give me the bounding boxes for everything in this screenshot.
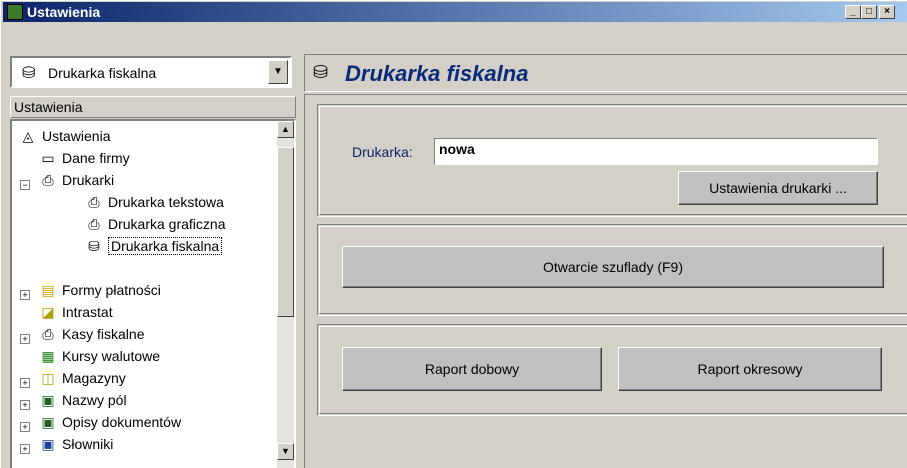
tree-item-drukarka-fiskalna[interactable]: ⛁ Drukarka fiskalna	[84, 235, 223, 257]
tree-item-drukarki[interactable]: ⎙ Drukarki	[38, 169, 114, 191]
fiscal-printer-icon: ⛁	[22, 65, 36, 82]
settings-window: Ustawienia _ □ × ⛁ Drukarka fiskalna ▼ U…	[0, 0, 907, 468]
reports-panel: Raport dobowy Raport okresowy	[317, 324, 907, 416]
printer-settings-button[interactable]: Ustawienia drukarki ...	[678, 171, 878, 205]
exchange-rates-icon: ▦	[41, 347, 55, 364]
expand-toggle[interactable]: +	[20, 290, 30, 300]
tree-item-slowniki[interactable]: ▣ Słowniki	[38, 433, 113, 455]
chevron-down-icon[interactable]: ▼	[268, 60, 288, 84]
expand-toggle[interactable]: +	[20, 334, 30, 344]
fiscal-printer-icon: ⛁	[313, 62, 329, 82]
daily-report-button[interactable]: Raport dobowy	[342, 347, 602, 391]
open-drawer-button[interactable]: Otwarcie szuflady (F9)	[342, 246, 884, 288]
minimize-button[interactable]: _	[845, 5, 861, 19]
tree-header: Ustawienia	[10, 96, 296, 118]
tree-item-ustawienia[interactable]: ◬ Ustawienia	[18, 125, 111, 147]
tree-item-opisy-dokumentow[interactable]: ▣ Opisy dokumentów	[38, 411, 181, 433]
document-descriptions-icon: ▣	[41, 413, 55, 430]
section-select-value: Drukarka fiskalna	[48, 65, 157, 81]
app-icon	[7, 4, 23, 20]
tree-item-drukarka-graficzna[interactable]: ⎙ Drukarka graficzna	[84, 213, 226, 235]
period-report-button[interactable]: Raport okresowy	[618, 347, 882, 391]
scroll-thumb[interactable]	[277, 147, 294, 317]
field-names-icon: ▣	[41, 391, 55, 408]
payment-forms-icon: ▤	[41, 281, 55, 298]
expand-toggle[interactable]: +	[20, 378, 30, 388]
tree-item-label: Nazwy pól	[62, 392, 127, 408]
settings-root-icon: ◬	[22, 127, 34, 144]
expand-toggle[interactable]: +	[20, 422, 30, 432]
close-button[interactable]: ×	[879, 5, 895, 19]
tree-item-label: Drukarka tekstowa	[108, 194, 224, 210]
tree-item-formy-platnosci[interactable]: ▤ Formy płatności	[38, 279, 161, 301]
cash-register-icon: ⎙	[42, 325, 54, 342]
printer-icon: ⎙	[88, 193, 100, 210]
page-header: ⛁ Drukarka fiskalna	[304, 54, 907, 92]
tree-item-label: Drukarki	[62, 172, 115, 188]
tree-item-label: Formy płatności	[62, 282, 161, 298]
section-select[interactable]: ⛁ Drukarka fiskalna ▼	[10, 56, 292, 88]
tree-item-label: Kursy walutowe	[62, 348, 161, 364]
tree-item-kasy-fiskalne[interactable]: ⎙ Kasy fiskalne	[38, 323, 144, 345]
tree-item-label: Ustawienia	[42, 128, 111, 144]
tree-scrollbar[interactable]: ▲ ▼	[277, 121, 294, 468]
tree-item-label: Kasy fiskalne	[62, 326, 145, 342]
tree-item-label: Magazyny	[62, 370, 126, 386]
tree-item-label-selected: Drukarka fiskalna	[108, 237, 223, 255]
expand-toggle[interactable]: +	[20, 400, 30, 410]
tree-item-label: Drukarka graficzna	[108, 216, 226, 232]
warehouse-icon: ◫	[41, 369, 55, 386]
drawer-panel: Otwarcie szuflady (F9)	[317, 224, 907, 316]
intrastat-icon: ◪	[41, 303, 55, 320]
tree-item-intrastat[interactable]: ◪ Intrastat	[38, 301, 113, 323]
window-title: Ustawienia	[27, 4, 101, 20]
company-card-icon: ▭	[41, 149, 55, 166]
tree-item-nazwy-pol[interactable]: ▣ Nazwy pól	[38, 389, 127, 411]
tree-item-label: Opisy dokumentów	[62, 414, 182, 430]
expand-toggle[interactable]: +	[20, 444, 30, 454]
printer-field[interactable]: nowa	[434, 138, 878, 165]
tree-item-label: Intrastat	[62, 304, 113, 320]
printer-panel: Drukarka: nowa Ustawienia drukarki ...	[317, 104, 907, 217]
scroll-up-icon[interactable]: ▲	[277, 121, 294, 138]
tree-item-dane-firmy[interactable]: ▭ Dane firmy	[38, 147, 130, 169]
collapse-toggle[interactable]: −	[20, 180, 30, 190]
tree-item-magazyny[interactable]: ◫ Magazyny	[38, 367, 126, 389]
dictionaries-icon: ▣	[41, 435, 55, 452]
maximize-button[interactable]: □	[861, 5, 877, 19]
settings-tree[interactable]: ◬ Ustawienia ▭ Dane firmy − ⎙ Drukarki ⎙…	[10, 119, 296, 468]
settings-content: Drukarka: nowa Ustawienia drukarki ... O…	[304, 94, 907, 468]
printer-label: Drukarka:	[352, 144, 413, 160]
page-title: Drukarka fiskalna	[345, 61, 529, 86]
tree-item-label: Dane firmy	[62, 150, 130, 166]
scroll-down-icon[interactable]: ▼	[277, 443, 294, 460]
tree-item-label: Słowniki	[62, 436, 114, 452]
tree-item-kursy-walutowe[interactable]: ▦ Kursy walutowe	[38, 345, 160, 367]
printer-icon: ⎙	[88, 215, 100, 232]
fiscal-printer-icon: ⛁	[88, 237, 100, 254]
tree-item-drukarka-tekstowa[interactable]: ⎙ Drukarka tekstowa	[84, 191, 224, 213]
printer-icon: ⎙	[42, 171, 54, 188]
title-bar: Ustawienia _ □ ×	[3, 2, 907, 22]
